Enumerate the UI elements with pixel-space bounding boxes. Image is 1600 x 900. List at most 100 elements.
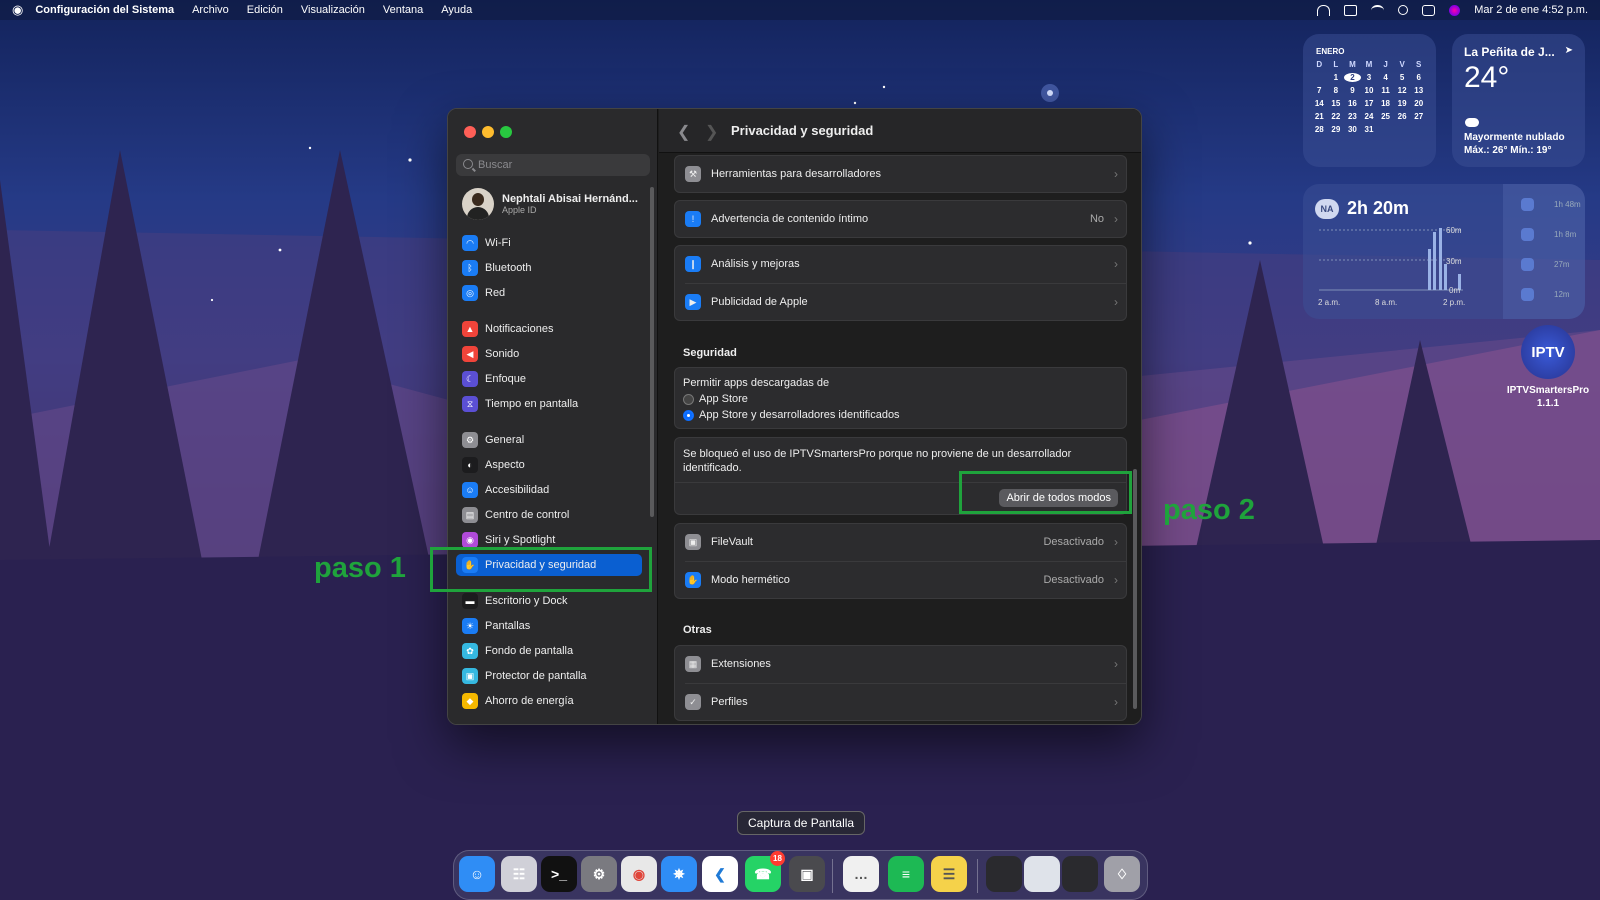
sidebar-item-centro-de-control[interactable]: ▤ Centro de control [462, 504, 644, 526]
calendar-day[interactable]: 3 [1361, 73, 1378, 82]
calendar-day[interactable]: 14 [1311, 99, 1328, 108]
row-publicidad-de-apple[interactable]: ▶ Publicidad de Apple › [675, 284, 1126, 320]
calendar-day[interactable]: 10 [1361, 86, 1378, 95]
menu-archivo[interactable]: Archivo [192, 4, 229, 16]
sidebar-item-enfoque[interactable]: ☾ Enfoque [462, 368, 644, 390]
sidebar-item-sonido[interactable]: ◀ Sonido [462, 343, 644, 365]
screen-time-widget[interactable]: NA 2h 20m 60m 30m 0m 2 a.m. 8 a.m. 2 p.m… [1303, 184, 1585, 319]
menu-datetime[interactable]: Mar 2 de ene 4:52 p.m. [1474, 4, 1588, 16]
calendar-day[interactable]: 11 [1377, 86, 1394, 95]
calendar-day[interactable] [1394, 125, 1411, 134]
chrome-icon[interactable]: ◉ [621, 856, 657, 892]
calendar-day[interactable]: 15 [1328, 99, 1345, 108]
apple-id-account[interactable]: Nephtali Abisai Hernánd... Apple ID [462, 187, 652, 221]
calendar-day[interactable]: 19 [1394, 99, 1411, 108]
row-an-lisis-y-mejoras[interactable]: ❙ Análisis y mejoras › [675, 246, 1126, 282]
sidebar-item-general[interactable]: ⚙ General [462, 429, 644, 451]
calendar-day[interactable]: 4 [1377, 73, 1394, 82]
calendar-day[interactable]: 21 [1311, 112, 1328, 121]
siri-icon[interactable] [1449, 4, 1461, 16]
calendar-day[interactable] [1377, 125, 1394, 134]
window-thumb-2-icon[interactable] [1024, 856, 1060, 892]
iptv-app-icon[interactable]: IPTV [1521, 325, 1575, 379]
calendar-day[interactable]: 28 [1311, 125, 1328, 134]
calendar-day[interactable]: 7 [1311, 86, 1328, 95]
calendar-day[interactable]: 26 [1394, 112, 1411, 121]
main-scrollbar[interactable] [1133, 469, 1137, 709]
wifi-icon[interactable] [1371, 4, 1385, 16]
row-modo-herm-tico[interactable]: ✋ Modo hermético Desactivado › [675, 562, 1126, 598]
calendar-widget[interactable]: ENERO D L M M J V S 1 2 3 4 5 6 7 8 9 10 11 12 13 14 15 16 17 18… [1303, 34, 1436, 167]
menu-visualizacion[interactable]: Visualización [301, 4, 365, 16]
screenshot-icon[interactable]: ▣ [789, 856, 825, 892]
calendar-day[interactable] [1410, 125, 1427, 134]
sidebar-item-pantallas[interactable]: ☀ Pantallas [462, 615, 644, 637]
calendar-day[interactable] [1311, 73, 1328, 82]
calendar-day[interactable]: 17 [1361, 99, 1378, 108]
back-button[interactable]: ❮ [677, 122, 690, 142]
calendar-day[interactable]: 5 [1394, 73, 1411, 82]
row-extensiones[interactable]: ▦ Extensiones › [675, 646, 1126, 682]
system-settings-icon[interactable]: ⚙ [581, 856, 617, 892]
vscode-icon[interactable]: ❮ [702, 856, 738, 892]
notes-icon[interactable]: ☰ [931, 856, 967, 892]
messages-icon[interactable]: … [843, 856, 879, 892]
sidebar-item-protector-de-pantalla[interactable]: ▣ Protector de pantalla [462, 665, 644, 687]
calendar-day[interactable]: 2 [1344, 73, 1361, 82]
menu-ventana[interactable]: Ventana [383, 4, 423, 16]
trash-icon[interactable]: ♢ [1104, 856, 1140, 892]
apple-menu-icon[interactable]: ◉ [12, 2, 23, 18]
sidebar-item-red[interactable]: ◎ Red [462, 282, 644, 304]
calendar-day[interactable]: 31 [1361, 125, 1378, 134]
calendar-day[interactable]: 1 [1328, 73, 1345, 82]
calendar-day[interactable]: 29 [1328, 125, 1345, 134]
zoom-window-button[interactable] [500, 126, 512, 138]
calendar-day[interactable]: 23 [1344, 112, 1361, 121]
forward-button[interactable]: ❯ [705, 122, 718, 142]
finder-icon[interactable]: ☺ [459, 856, 495, 892]
radio-button-selected[interactable] [683, 409, 694, 421]
calendar-day[interactable]: 20 [1410, 99, 1427, 108]
window-thumb-3-icon[interactable] [1062, 856, 1098, 892]
row-perfiles[interactable]: ✓ Perfiles › [675, 684, 1126, 720]
spotlight-search-icon[interactable] [1398, 5, 1409, 15]
calendar-day[interactable]: 6 [1410, 73, 1427, 82]
menu-app-name[interactable]: Configuración del Sistema [35, 4, 174, 16]
menu-edicion[interactable]: Edición [247, 4, 283, 16]
minimize-window-button[interactable] [482, 126, 494, 138]
spotify-icon[interactable]: ≡ [888, 856, 924, 892]
calendar-day[interactable]: 9 [1344, 86, 1361, 95]
calendar-day[interactable]: 24 [1361, 112, 1378, 121]
calendar-day[interactable]: 12 [1394, 86, 1411, 95]
sidebar-item-notificaciones[interactable]: ▲ Notificaciones [462, 318, 644, 340]
sidebar-scrollbar[interactable] [650, 187, 654, 517]
sidebar-item-ahorro-de-energ-a[interactable]: ◆ Ahorro de energía [462, 690, 644, 712]
calendar-day[interactable]: 25 [1377, 112, 1394, 121]
weather-widget[interactable]: La Peñita de J... ➤ 24° Mayormente nubla… [1452, 34, 1585, 167]
calendar-day[interactable]: 8 [1328, 86, 1345, 95]
calendar-day[interactable]: 18 [1377, 99, 1394, 108]
sidebar-item-fondo-de-pantalla[interactable]: ✿ Fondo de pantalla [462, 640, 644, 662]
row-herramientas-para-desarrolladores[interactable]: ⚒ Herramientas para desarrolladores › [675, 156, 1126, 192]
sidebar-item-escritorio-y-dock[interactable]: ▬ Escritorio y Dock [462, 590, 644, 612]
sidebar-item-tiempo-en-pantalla[interactable]: ⧖ Tiempo en pantalla [462, 393, 644, 415]
whatsapp-icon[interactable]: ☎ 18 [745, 851, 785, 892]
terminal-icon[interactable]: >_ [541, 856, 577, 892]
calendar-day[interactable]: 30 [1344, 125, 1361, 134]
calendar-day[interactable]: 16 [1344, 99, 1361, 108]
launchpad-icon[interactable]: ☷ [501, 856, 537, 892]
sidebar-item-aspecto[interactable]: ◐ Aspecto [462, 454, 644, 476]
calendar-day[interactable]: 22 [1328, 112, 1345, 121]
sidebar-item-bluetooth[interactable]: ᛒ Bluetooth [462, 257, 644, 279]
iptv-app-label[interactable]: IPTVSmartersPro 1.1.1 [1496, 384, 1600, 410]
safari-icon[interactable]: ✵ [661, 856, 697, 892]
radio-app-store-identified[interactable]: App Store y desarrolladores identificado… [683, 409, 900, 421]
headphones-icon[interactable] [1317, 4, 1331, 16]
row-filevault[interactable]: ▣ FileVault Desactivado › [675, 524, 1126, 560]
calendar-day[interactable]: 27 [1410, 112, 1427, 121]
sidebar-item-wi-fi[interactable]: ◠ Wi-Fi [462, 232, 644, 254]
radio-app-store[interactable]: App Store [683, 393, 748, 405]
row-advertencia-de-contenido-ntimo[interactable]: ! Advertencia de contenido íntimo No › [675, 201, 1126, 237]
control-center-icon[interactable] [1422, 4, 1436, 16]
window-thumb-1-icon[interactable] [986, 856, 1022, 892]
